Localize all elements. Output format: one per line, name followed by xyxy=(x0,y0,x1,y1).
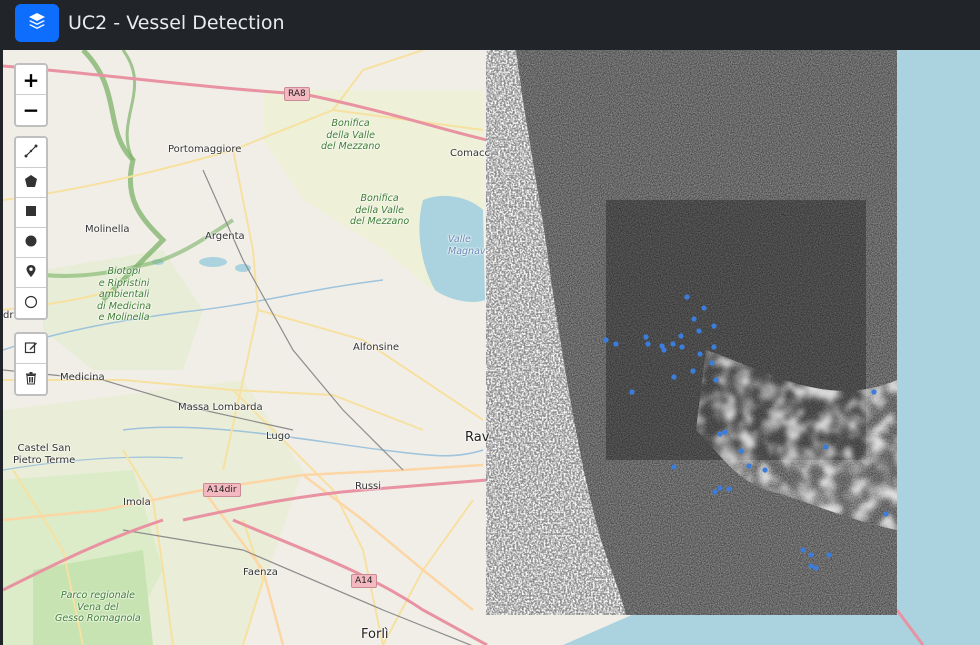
navbar: UC2 - Vessel Detection xyxy=(0,0,980,46)
vessel-marker[interactable] xyxy=(808,552,814,558)
vessel-marker[interactable] xyxy=(709,360,715,366)
vessel-marker[interactable] xyxy=(691,316,697,322)
vessel-marker[interactable] xyxy=(684,294,690,300)
vessel-marker[interactable] xyxy=(738,448,744,454)
label-biotopi: Biotopi e Ripristini ambientali di Medic… xyxy=(97,266,152,323)
label-massa-lombarda: Massa Lombarda xyxy=(178,402,263,413)
circle-outline-icon xyxy=(24,294,38,313)
label-comacchio: Comacc xyxy=(450,148,490,159)
vessel-marker[interactable] xyxy=(808,563,814,569)
draw-circlemarker-button[interactable] xyxy=(16,288,46,318)
vessel-marker[interactable] xyxy=(613,341,619,347)
vessel-marker[interactable] xyxy=(813,565,819,571)
vessel-marker[interactable] xyxy=(679,344,685,350)
label-russi: Russi xyxy=(355,481,382,492)
vessel-marker[interactable] xyxy=(871,389,877,395)
vessel-marker[interactable] xyxy=(697,351,703,357)
label-ravenna: Rav xyxy=(465,430,490,445)
app-title: UC2 - Vessel Detection xyxy=(68,12,285,34)
vessel-marker[interactable] xyxy=(711,344,717,350)
rectangle-icon xyxy=(24,203,38,222)
draw-circle-button[interactable] xyxy=(16,228,46,258)
vessel-marker[interactable] xyxy=(629,389,635,395)
zoom-control: + − xyxy=(14,63,48,127)
vessel-marker[interactable] xyxy=(603,337,609,343)
label-faenza: Faenza xyxy=(243,567,278,578)
road-shield-a14dir: A14dir xyxy=(203,483,241,497)
edit-icon xyxy=(24,339,38,358)
vessel-marker[interactable] xyxy=(696,328,702,334)
vessel-marker[interactable] xyxy=(883,511,889,517)
layers-icon xyxy=(27,11,47,35)
label-molinella: Molinella xyxy=(85,224,130,235)
vessel-marker[interactable] xyxy=(713,377,719,383)
app-logo-button[interactable] xyxy=(15,4,59,42)
label-lugo: Lugo xyxy=(266,431,291,442)
vessel-marker[interactable] xyxy=(701,305,707,311)
draw-polygon-button[interactable] xyxy=(16,168,46,198)
label-vena-del-gesso: Parco regionale Vena del Gesso Romagnola xyxy=(55,590,141,624)
zoom-in-button[interactable]: + xyxy=(16,65,46,95)
vessel-marker[interactable] xyxy=(717,431,723,437)
vessel-marker[interactable] xyxy=(645,341,651,347)
vessel-marker[interactable] xyxy=(671,464,677,470)
road-shield-ra8: RA8 xyxy=(284,87,310,101)
vessel-marker[interactable] xyxy=(722,429,728,435)
vessel-marker[interactable] xyxy=(661,347,667,353)
vessel-marker[interactable] xyxy=(800,547,806,553)
label-castel-san-pietro: Castel San Pietro Terme xyxy=(13,443,76,466)
vessel-marker[interactable] xyxy=(690,368,696,374)
draw-marker-button[interactable] xyxy=(16,258,46,288)
edit-layers-button[interactable] xyxy=(16,334,46,364)
label-imola: Imola xyxy=(123,497,151,508)
polyline-icon xyxy=(24,143,38,162)
label-argenta: Argenta xyxy=(205,231,245,242)
circle-filled-icon xyxy=(24,233,38,252)
label-portomaggiore: Portomaggiore xyxy=(168,144,242,155)
vessel-marker[interactable] xyxy=(712,489,718,495)
polygon-icon xyxy=(24,173,38,192)
vessel-marker[interactable] xyxy=(823,444,829,450)
map-view[interactable]: Portomaggiore Comacc Molinella Argenta B… xyxy=(3,50,980,645)
label-alfonsine: Alfonsine xyxy=(353,342,400,353)
vessel-marker[interactable] xyxy=(826,552,832,558)
label-valle: Valle Magnav xyxy=(448,234,486,257)
vessel-marker[interactable] xyxy=(726,486,732,492)
label-bonifica-2: Bonifica della Valle del Mezzano xyxy=(350,193,410,227)
vessel-marker[interactable] xyxy=(671,374,677,380)
draw-rectangle-button[interactable] xyxy=(16,198,46,228)
vessel-marker[interactable] xyxy=(678,333,684,339)
marker-icon xyxy=(24,263,38,282)
label-medicina: Medicina xyxy=(60,372,105,383)
vessel-marker[interactable] xyxy=(762,467,768,473)
vessel-marker[interactable] xyxy=(746,463,752,469)
vessel-marker[interactable] xyxy=(711,323,717,329)
trash-icon xyxy=(24,370,38,389)
zoom-out-button[interactable]: − xyxy=(16,95,46,125)
delete-layers-button[interactable] xyxy=(16,364,46,394)
draw-polyline-button[interactable] xyxy=(16,138,46,168)
vessel-marker[interactable] xyxy=(643,334,649,340)
road-shield-a14: A14 xyxy=(351,574,377,588)
vessel-marker[interactable] xyxy=(670,341,676,347)
sar-overlay-image xyxy=(486,50,897,615)
edit-toolbar xyxy=(14,332,48,396)
vessel-marker[interactable] xyxy=(717,485,723,491)
label-forli: Forlì xyxy=(361,627,389,642)
label-bonifica-1: Bonifica della Valle del Mezzano xyxy=(321,118,381,152)
draw-toolbar xyxy=(14,136,48,320)
